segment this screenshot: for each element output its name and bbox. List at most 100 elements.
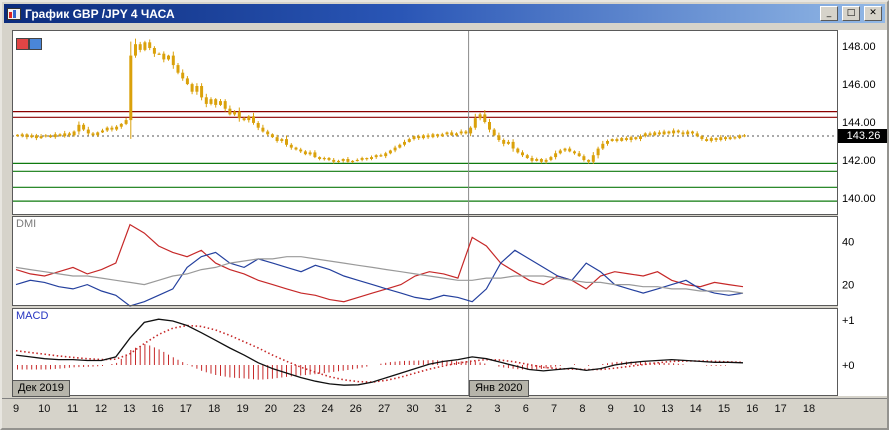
candle-body [186, 78, 189, 84]
candle-body [59, 134, 62, 136]
candle-body [455, 133, 458, 135]
candle-body [630, 137, 633, 140]
candle-body [92, 133, 95, 135]
candle-body [464, 132, 467, 134]
candle-body [328, 158, 331, 160]
candle-body [228, 109, 231, 115]
candle-body [672, 131, 675, 134]
candle-body [394, 148, 397, 151]
price-tick-label: 144.00 [842, 117, 876, 129]
candle-body [370, 157, 373, 159]
candle-body [677, 131, 680, 133]
chart-canvas[interactable]: 148.00146.00144.00142.00140.004020+1+091… [2, 2, 889, 430]
candle-body [257, 123, 260, 128]
candle-body [110, 128, 113, 130]
legend-swatch-red[interactable] [16, 38, 29, 50]
candle-body [54, 134, 57, 137]
date-tick-label: 18 [208, 403, 220, 415]
candle-body [743, 135, 746, 136]
candle-body [417, 136, 420, 138]
candle-body [313, 152, 316, 157]
candle-body [172, 56, 175, 66]
date-tick-label: 9 [608, 403, 614, 415]
candle-body [715, 138, 718, 140]
candle-body [601, 144, 604, 149]
date-tick-label: 16 [746, 403, 758, 415]
candle-body [68, 133, 71, 135]
candle-body [488, 122, 491, 130]
date-tick-label: 20 [265, 403, 277, 415]
candle-body [346, 159, 349, 162]
candle-body [700, 136, 703, 139]
candle-body [224, 101, 227, 109]
candle-body [214, 99, 217, 105]
month-label-box: Дек 2019 [12, 380, 70, 397]
candle-body [549, 157, 552, 160]
candle-body [35, 135, 38, 138]
candle-body [408, 139, 411, 142]
candle-body [210, 99, 213, 104]
candle-body [441, 134, 444, 136]
candle-body [295, 148, 298, 150]
candle-body [710, 138, 713, 141]
candle-body [200, 86, 203, 97]
candle-body [535, 159, 538, 161]
macd-tick-label: +0 [842, 360, 855, 372]
candle-body [620, 138, 623, 141]
minimize-button[interactable]: _ [820, 6, 838, 21]
month-label: Дек 2019 [18, 382, 64, 394]
dmi-panel-label: DMI [16, 218, 36, 230]
candle-body [195, 86, 198, 92]
candle-body [365, 158, 368, 159]
candle-body [389, 151, 392, 154]
candle-body [663, 132, 666, 135]
date-tick-label: 31 [435, 403, 447, 415]
date-tick-label: 11 [67, 403, 78, 415]
candle-body [120, 124, 123, 127]
candle-body [148, 42, 151, 48]
candle-body [304, 151, 307, 154]
title-bar[interactable]: График GBP /JPY 4 ЧАСА _ □ ✕ [4, 4, 885, 23]
macd-panel-label: MACD [16, 310, 48, 322]
candle-body [521, 152, 524, 155]
candle-body [507, 142, 510, 144]
close-button[interactable]: ✕ [864, 6, 882, 21]
candle-body [285, 139, 288, 145]
date-tick-label: 13 [661, 403, 673, 415]
legend-swatch-blue[interactable] [29, 38, 42, 50]
candle-body [356, 160, 359, 161]
maximize-button[interactable]: □ [842, 6, 860, 21]
candle-body [526, 155, 529, 158]
candle-body [342, 159, 345, 161]
candle-body [512, 142, 515, 149]
candle-body [82, 125, 85, 130]
candle-body [252, 116, 255, 123]
date-tick-label: 27 [378, 403, 390, 415]
candle-body [540, 159, 543, 162]
candle-body [139, 44, 142, 50]
candle-body [578, 153, 581, 156]
candle-body [634, 137, 637, 139]
candle-body [219, 101, 222, 105]
candle-body [379, 155, 382, 156]
candle-body [261, 128, 264, 132]
candle-body [101, 131, 104, 133]
candle-body [597, 149, 600, 156]
month-label: Янв 2020 [475, 382, 522, 394]
candle-body [559, 151, 562, 154]
candle-body [431, 134, 434, 137]
candle-body [502, 140, 505, 144]
candle-body [450, 132, 453, 135]
candle-body [243, 118, 246, 120]
candle-body [705, 139, 708, 141]
candle-body [403, 142, 406, 145]
chart-window: 148.00146.00144.00142.00140.004020+1+091… [0, 0, 889, 430]
window-title: График GBP /JPY 4 ЧАСА [25, 7, 175, 21]
candle-body [158, 54, 161, 55]
candle-body [318, 157, 321, 159]
candle-body [658, 132, 661, 134]
candle-body [564, 149, 567, 151]
date-tick-label: 3 [494, 403, 500, 415]
candle-body [738, 135, 741, 138]
candle-body [332, 160, 335, 162]
